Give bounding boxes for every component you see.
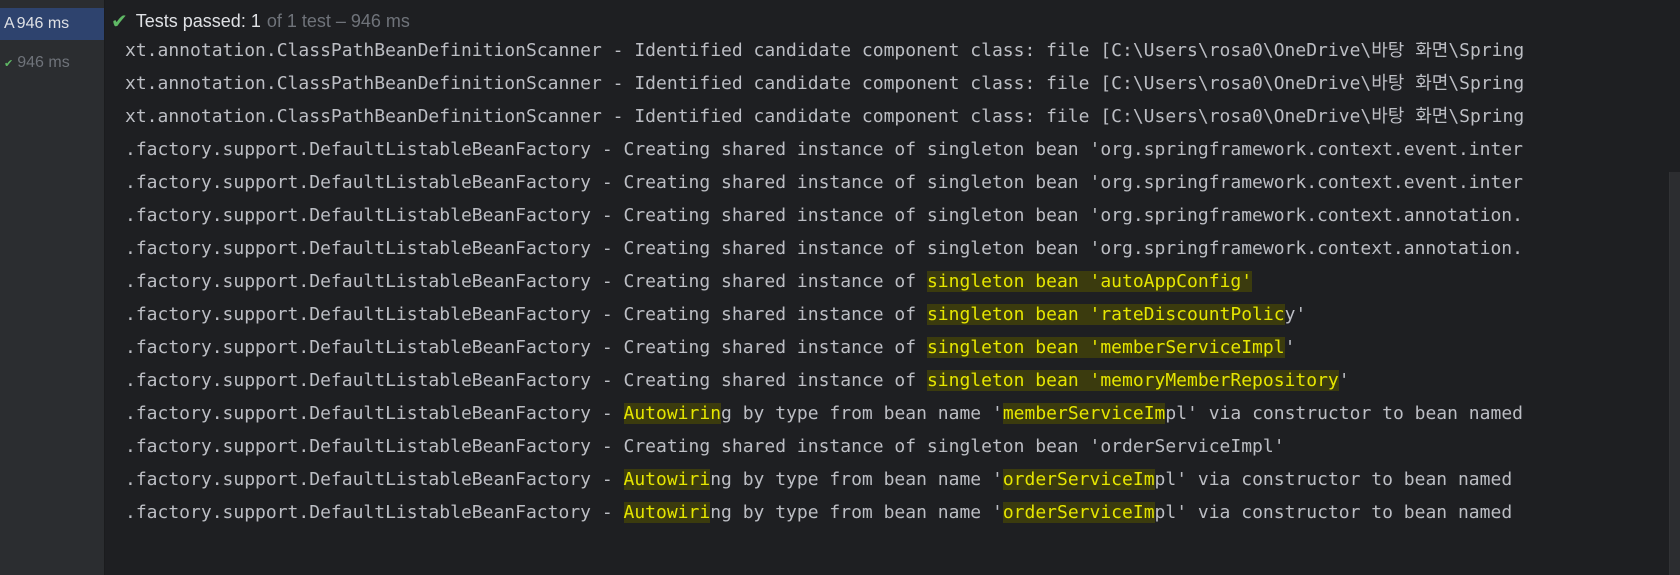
tree-item-root[interactable]: A 946 ms xyxy=(0,8,104,40)
log-highlight: Autowiri xyxy=(623,502,711,523)
log-text: .factory.support.DefaultListableBeanFact… xyxy=(125,337,927,358)
log-line: .factory.support.DefaultListableBeanFact… xyxy=(125,430,1524,463)
log-text: .factory.support.DefaultListableBeanFact… xyxy=(125,205,1523,226)
status-detail: of 1 test – 946 ms xyxy=(266,10,410,31)
log-text: ' xyxy=(1284,337,1296,358)
log-text: .factory.support.DefaultListableBeanFact… xyxy=(125,403,624,424)
log-line: .factory.support.DefaultListableBeanFact… xyxy=(125,364,1524,397)
tree-root-time: 946 ms xyxy=(16,15,70,32)
log-text: .factory.support.DefaultListableBeanFact… xyxy=(125,172,1523,193)
scrollbar-track[interactable] xyxy=(1669,0,1680,575)
log-text: .factory.support.DefaultListableBeanFact… xyxy=(125,436,1285,457)
log-text: .factory.support.DefaultListableBeanFact… xyxy=(125,469,624,490)
log-highlight: orderServiceIm xyxy=(1002,469,1155,490)
log-highlight: singleton bean 'memberServiceImpl xyxy=(926,337,1285,358)
log-highlight: Autowiri xyxy=(623,469,711,490)
log-text: ' xyxy=(1338,370,1350,391)
log-text: .factory.support.DefaultListableBeanFact… xyxy=(125,238,1523,259)
log-text: pl' via constructor to bean named xyxy=(1154,469,1513,490)
log-line: .factory.support.DefaultListableBeanFact… xyxy=(125,463,1524,496)
log-line: xt.annotation.ClassPathBeanDefinitionSca… xyxy=(125,42,1524,67)
log-text: .factory.support.DefaultListableBeanFact… xyxy=(125,370,927,391)
log-highlight: orderServiceIm xyxy=(1002,502,1155,523)
tree-item-test[interactable]: ✔ 946 ms xyxy=(0,47,104,79)
scrollbar-thumb[interactable] xyxy=(1669,172,1680,575)
check-icon: ✔ xyxy=(111,10,128,33)
log-text: ng by type from bean name ' xyxy=(710,469,1003,490)
log-text: xt.annotation.ClassPathBeanDefinitionSca… xyxy=(125,42,1525,61)
log-text: g by type from bean name ' xyxy=(721,403,1003,424)
log-highlight: memberServiceIm xyxy=(1002,403,1166,424)
log-highlight: singleton bean 'autoAppConfig' xyxy=(926,271,1253,292)
console-output[interactable]: xt.annotation.ClassPathBeanDefinitionSca… xyxy=(105,42,1680,575)
log-line: .factory.support.DefaultListableBeanFact… xyxy=(125,265,1524,298)
log-text: xt.annotation.ClassPathBeanDefinitionSca… xyxy=(125,106,1525,127)
tree-child-time: 946 ms xyxy=(17,54,70,71)
log-line: .factory.support.DefaultListableBeanFact… xyxy=(125,232,1524,265)
log-text: .factory.support.DefaultListableBeanFact… xyxy=(125,271,927,292)
log-line: xt.annotation.ClassPathBeanDefinitionSca… xyxy=(125,100,1524,133)
check-icon: ✔ xyxy=(4,57,14,70)
log-text: .factory.support.DefaultListableBeanFact… xyxy=(125,139,1523,160)
test-status-bar: ✔ Tests passed: 1 of 1 test – 946 ms xyxy=(105,0,1680,42)
log-line: .factory.support.DefaultListableBeanFact… xyxy=(125,331,1524,364)
log-text: ng by type from bean name ' xyxy=(710,502,1003,523)
log-line: .factory.support.DefaultListableBeanFact… xyxy=(125,397,1524,430)
log-text: pl' via constructor to bean named xyxy=(1165,403,1523,424)
log-text: xt.annotation.ClassPathBeanDefinitionSca… xyxy=(125,73,1525,94)
log-text: pl' via constructor to bean named xyxy=(1154,502,1513,523)
log-list: xt.annotation.ClassPathBeanDefinitionSca… xyxy=(125,42,1524,529)
log-line: .factory.support.DefaultListableBeanFact… xyxy=(125,199,1524,232)
status-label: Tests passed: 1 xyxy=(135,10,261,31)
log-line: xt.annotation.ClassPathBeanDefinitionSca… xyxy=(125,67,1524,100)
log-line: .factory.support.DefaultListableBeanFact… xyxy=(125,298,1524,331)
log-highlight: Autowirin xyxy=(623,403,722,424)
log-line: .factory.support.DefaultListableBeanFact… xyxy=(125,133,1524,166)
log-highlight: singleton bean 'rateDiscountPolic xyxy=(926,304,1285,325)
log-highlight: singleton bean 'memoryMemberRepository xyxy=(926,370,1339,391)
log-text: .factory.support.DefaultListableBeanFact… xyxy=(125,304,927,325)
test-tree-panel: A 946 ms ✔ 946 ms xyxy=(0,0,105,575)
log-line: .factory.support.DefaultListableBeanFact… xyxy=(125,496,1524,529)
log-text: .factory.support.DefaultListableBeanFact… xyxy=(125,502,624,523)
log-line: .factory.support.DefaultListableBeanFact… xyxy=(125,166,1524,199)
tree-root-prefix: A xyxy=(4,15,15,32)
log-text: y' xyxy=(1284,304,1307,325)
